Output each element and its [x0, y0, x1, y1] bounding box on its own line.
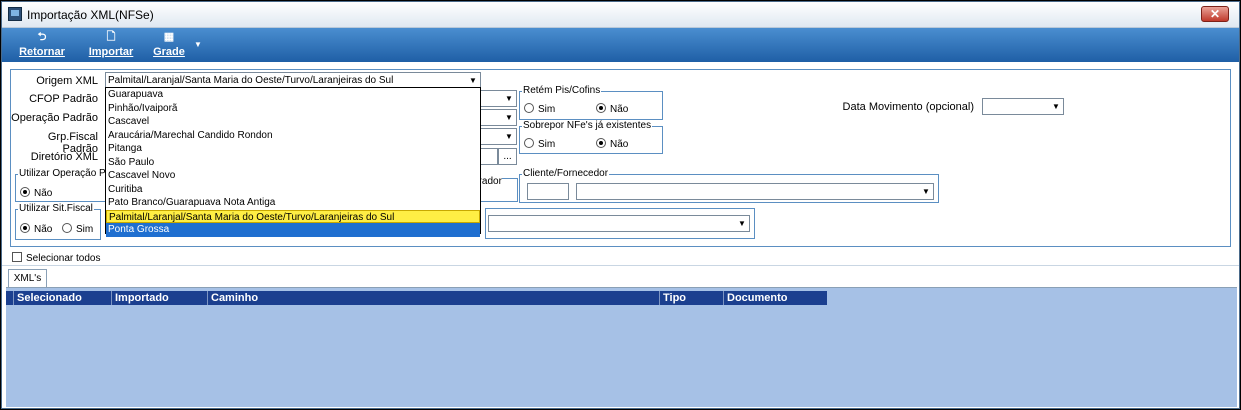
dropdown-option[interactable]: Pato Branco/Guarapuava Nota Antiga [106, 196, 480, 210]
undo-arrow-icon: ⮌ [37, 31, 47, 43]
importar-label: Importar [88, 46, 134, 58]
grade-button[interactable]: ▦ Grade [150, 31, 188, 59]
radio-selected-icon [20, 187, 30, 197]
retornar-label: Retornar [19, 46, 65, 58]
chevron-down-icon: ▼ [505, 113, 513, 122]
col-documento[interactable]: Documento [724, 291, 827, 305]
sobrepor-nao-radio[interactable]: Não [596, 138, 628, 150]
browse-button[interactable]: ... [498, 148, 517, 165]
dropdown-option[interactable]: São Paulo [106, 156, 480, 170]
extra-select-group: ▼ [485, 208, 755, 239]
content-area: Origem XML Palmital/Laranjal/Santa Maria… [2, 62, 1239, 408]
col-importado[interactable]: Importado [112, 291, 208, 305]
chevron-down-icon: ▼ [505, 132, 513, 141]
divider [2, 265, 1239, 266]
origem-xml-dropdown-list[interactable]: Guarapuava Pinhão/Ivaiporã Cascavel Arau… [105, 87, 481, 237]
cliente-fornecedor-title: Cliente/Fornecedor [522, 168, 610, 179]
utilizar-sit-sim-label: Sim [76, 224, 94, 235]
sobrepor-sim-radio[interactable]: Sim [524, 138, 555, 150]
data-movimento-select[interactable]: ▼ [982, 98, 1064, 115]
dropdown-option[interactable]: Pinhão/Ivaiporã [106, 102, 480, 116]
sobrepor-sim-label: Sim [538, 139, 556, 150]
window-title: Importação XML(NFSe) [27, 8, 154, 22]
chevron-down-icon: ▼ [505, 94, 513, 103]
retem-sim-label: Sim [538, 104, 556, 115]
radio-selected-icon [596, 103, 606, 113]
utilizar-operacao-title: Utilizar Operação P [18, 168, 107, 179]
main-window: Importação XML(NFSe) ✕ ⮌ Retornar 🗋 Impo… [1, 1, 1240, 409]
chevron-down-icon: ▼ [922, 187, 930, 196]
sobrepor-nao-label: Não [610, 139, 629, 150]
retem-pis-cofins-title: Retém Pis/Cofins [522, 85, 602, 96]
radio-selected-icon [20, 223, 30, 233]
grid-header-row: Selecionado Importado Caminho Tipo Docum… [6, 291, 827, 305]
diretorio-xml-label: Diretório XML [30, 151, 98, 163]
extra-select[interactable]: ▼ [488, 215, 750, 232]
dropdown-option[interactable]: Pitanga [106, 142, 480, 156]
toolbar: ⮌ Retornar 🗋 Importar ▦ Grade ▼ [2, 28, 1239, 62]
document-icon: 🗋 [106, 31, 116, 43]
chevron-down-icon: ▼ [469, 76, 477, 85]
origem-xml-label: Origem XML [36, 75, 98, 87]
xml-grid[interactable]: Selecionado Importado Caminho Tipo Docum… [6, 287, 1237, 407]
chevron-down-icon: ▼ [738, 219, 746, 228]
sobrepor-nfe-group: Sobrepor NFe's já existentes Sim Não [519, 120, 663, 154]
col-tipo[interactable]: Tipo [660, 291, 724, 305]
dropdown-option-selected[interactable]: Palmital/Laranjal/Santa Maria do Oeste/T… [106, 209, 480, 223]
retem-nao-radio[interactable]: Não [596, 103, 628, 115]
utilizar-operacao-nao-radio[interactable]: Não [20, 187, 52, 199]
utilizar-operacao-nao-label: Não [34, 188, 53, 199]
utilizar-sit-nao-radio[interactable]: Não [20, 223, 52, 235]
utilizar-sit-fiscal-title: Utilizar Sit.Fiscal [18, 203, 94, 214]
radio-unselected-icon [62, 223, 72, 233]
radio-unselected-icon [524, 103, 534, 113]
sobrepor-nfe-title: Sobrepor NFe's já existentes [522, 120, 653, 131]
grade-label: Grade [153, 46, 185, 58]
row-selector-icon [6, 291, 14, 305]
utilizar-sit-nao-label: Não [34, 224, 53, 235]
col-selecionado[interactable]: Selecionado [14, 291, 112, 305]
retornar-button[interactable]: ⮌ Retornar [16, 31, 68, 59]
utilizar-sit-sim-radio[interactable]: Sim [62, 223, 93, 235]
title-bar: Importação XML(NFSe) ✕ [2, 2, 1239, 28]
dropdown-option[interactable]: Cascavel Novo [106, 169, 480, 183]
operacao-padrao-label: Operação Padrão [11, 112, 98, 124]
cliente-codigo-input[interactable] [527, 183, 569, 200]
radio-unselected-icon [524, 138, 534, 148]
retem-nao-label: Não [610, 104, 629, 115]
origem-xml-value: Palmital/Laranjal/Santa Maria do Oeste/T… [108, 75, 394, 86]
grid-icon: ▦ [163, 31, 175, 43]
dropdown-option[interactable]: Araucária/Marechal Candido Rondon [106, 129, 480, 143]
utilizar-sit-fiscal-group: Utilizar Sit.Fiscal Não Sim [15, 203, 101, 240]
cliente-fornecedor-select[interactable]: ▼ [576, 183, 934, 200]
importar-button[interactable]: 🗋 Importar [85, 31, 137, 59]
dropdown-option-highlighted[interactable]: Ponta Grossa [106, 223, 480, 237]
radio-selected-icon [596, 138, 606, 148]
close-button[interactable]: ✕ [1201, 6, 1229, 22]
checkbox-icon [12, 252, 22, 262]
selecionar-todos-label: Selecionar todos [26, 253, 101, 264]
chevron-down-icon: ▼ [1052, 102, 1060, 111]
data-movimento-label: Data Movimento (opcional) [842, 101, 974, 113]
retem-sim-radio[interactable]: Sim [524, 103, 555, 115]
selecionar-todos-checkbox[interactable]: Selecionar todos [12, 252, 101, 264]
dropdown-option[interactable]: Cascavel [106, 115, 480, 129]
app-icon [8, 7, 22, 21]
dropdown-option[interactable]: Guarapuava [106, 88, 480, 102]
dropdown-option[interactable]: Curitiba [106, 183, 480, 197]
cliente-fornecedor-group: Cliente/Fornecedor ▼ [519, 168, 939, 203]
utilizar-operacao-group: Utilizar Operação P Não [15, 168, 107, 202]
cfop-padrao-label: CFOP Padrão [29, 93, 98, 105]
retem-pis-cofins-group: Retém Pis/Cofins Sim Não [519, 85, 663, 120]
col-caminho[interactable]: Caminho [208, 291, 660, 305]
tab-xmls[interactable]: XML's [8, 269, 47, 287]
